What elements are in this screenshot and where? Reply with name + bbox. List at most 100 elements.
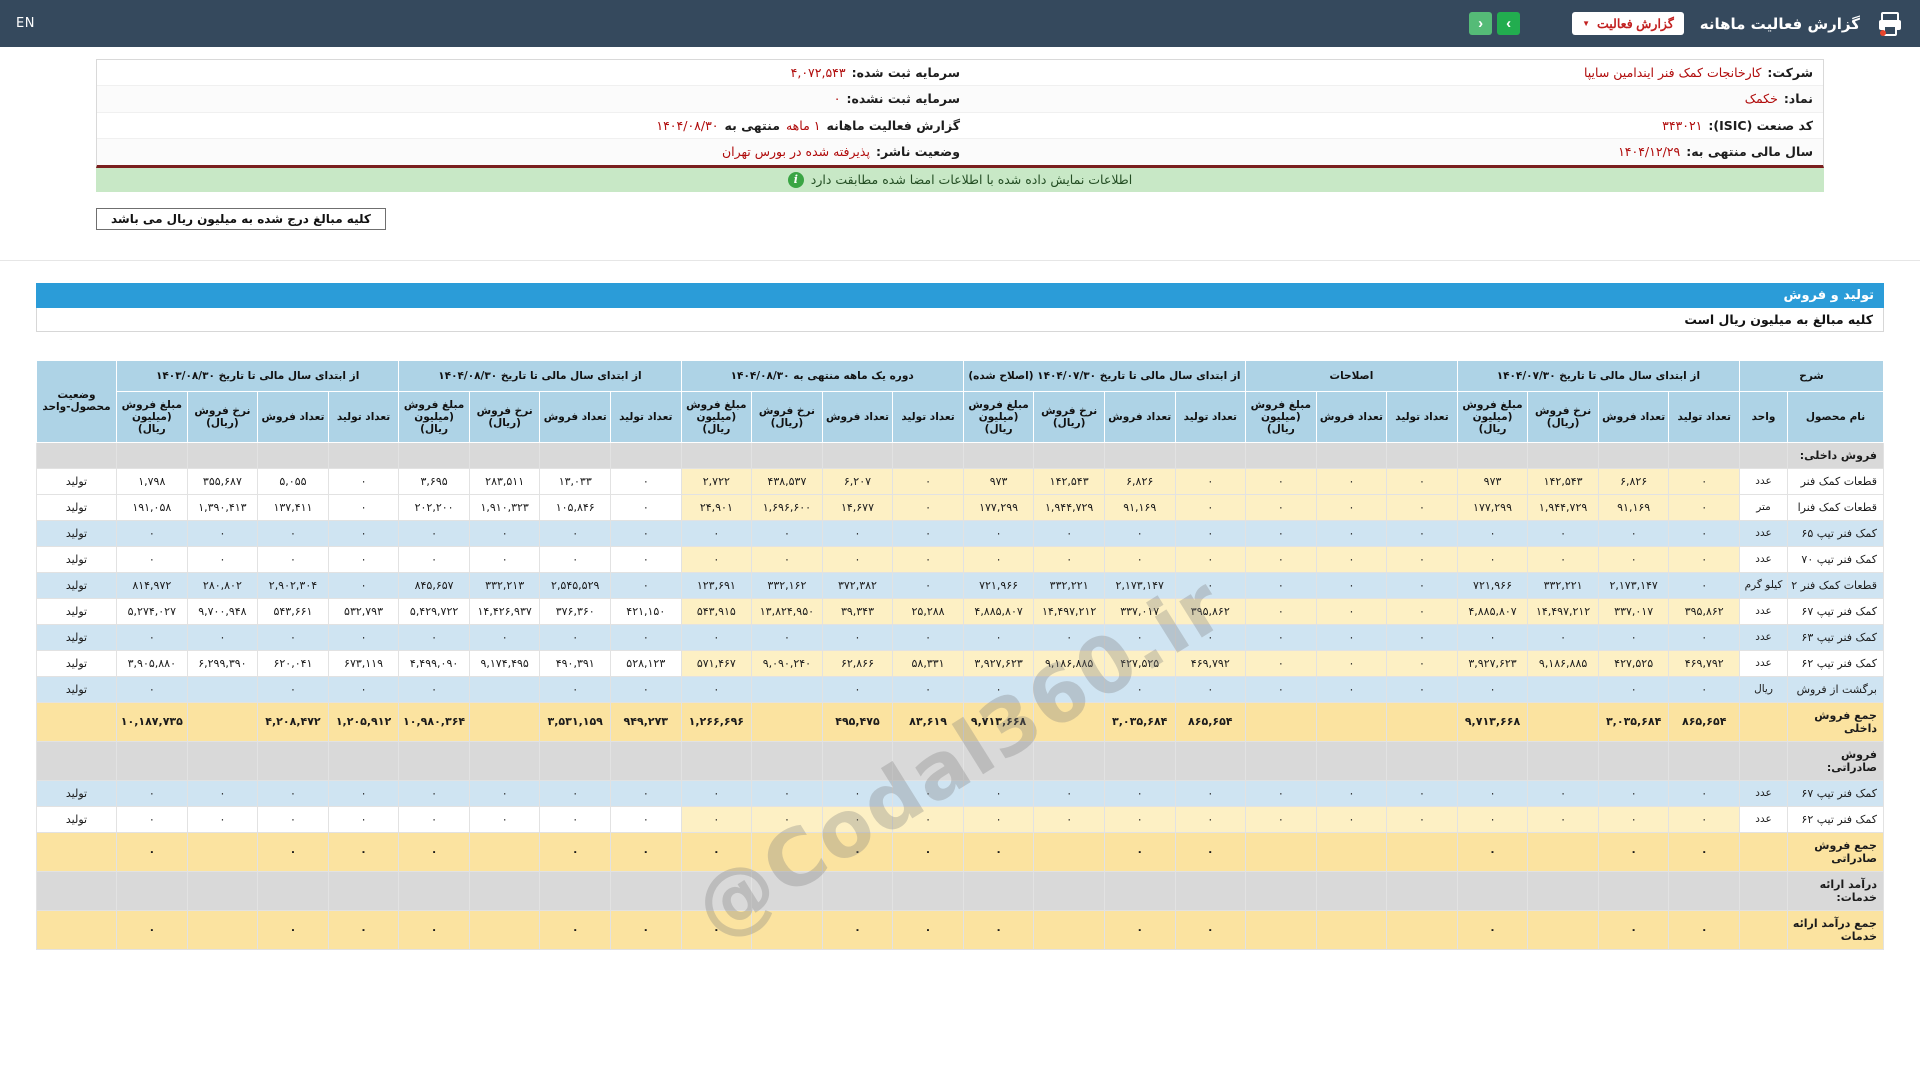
value-cell: ۰ [1386, 519, 1458, 547]
value-cell: ۱۰,۹۸۰,۳۶۴ [398, 701, 470, 742]
value-cell: ۰ [962, 675, 1035, 703]
value-cell: ۰ [1668, 519, 1740, 547]
value-cell: ۰ [1174, 831, 1247, 872]
value-cell: ۱۴,۴۲۶,۹۳۷ [468, 597, 541, 625]
value-cell: ۶,۸۲۶ [1597, 467, 1670, 495]
value-cell: ۰ [1245, 805, 1317, 833]
value-cell: ۰ [257, 545, 329, 573]
info-value: ۱۴۰۴/۰۸/۳۰ [656, 117, 719, 133]
value-cell: ۰ [398, 545, 470, 573]
value-cell: ۰ [821, 519, 894, 547]
value-cell: ۰ [1103, 909, 1176, 950]
report-type-dropdown[interactable]: گزارش فعالیت ▼ [1572, 12, 1684, 35]
empty-cell [1386, 740, 1458, 781]
value-cell [751, 831, 823, 872]
column-header: نرخ فروش (ریال) [468, 390, 541, 443]
value-cell: ۱۲۳,۶۹۱ [680, 571, 753, 599]
value-cell: ۰ [1174, 493, 1247, 521]
value-cell: ۰ [1456, 909, 1529, 950]
value-cell: ۱,۶۹۶,۶۰۰ [751, 493, 823, 521]
empty-cell [1597, 740, 1670, 781]
value-cell: ۰ [539, 909, 611, 950]
value-cell: ۴۲۷,۵۲۵ [1597, 649, 1670, 677]
empty-cell [468, 870, 541, 911]
value-cell: ۴۹۵,۴۷۵ [821, 701, 894, 742]
value-cell: ۰ [1597, 545, 1670, 573]
value-cell [1527, 701, 1599, 742]
product-name: کمک فنر تیپ ۶۲ [1787, 805, 1884, 833]
value-cell: ۰ [257, 909, 329, 950]
value-cell: ۰ [1668, 675, 1740, 703]
value-cell: ۴۲۷,۵۲۵ [1103, 649, 1176, 677]
value-cell: ۱,۳۹۰,۴۱۳ [186, 493, 259, 521]
column-header: تعداد تولید [327, 390, 400, 443]
status-cell: تولید [36, 545, 117, 573]
value-cell: ۰ [821, 831, 894, 872]
product-name: کمک فنر تیپ ۷۰ [1787, 545, 1884, 573]
value-cell [1245, 909, 1317, 950]
column-header: تعداد فروش [1315, 390, 1388, 443]
value-cell: ۰ [1315, 675, 1388, 703]
value-cell: ۰ [892, 779, 964, 807]
column-header: تعداد فروش [1103, 390, 1176, 443]
value-cell: ۱۷۷,۲۹۹ [962, 493, 1035, 521]
value-cell: ۰ [1174, 779, 1247, 807]
empty-cell [1668, 740, 1740, 781]
value-cell: ۹,۱۸۶,۸۸۵ [1033, 649, 1105, 677]
value-cell: ۰ [186, 779, 259, 807]
empty-cell [892, 441, 964, 469]
value-cell [1033, 831, 1105, 872]
empty-cell [962, 740, 1035, 781]
value-cell: ۰ [1315, 597, 1388, 625]
value-cell: ۶,۸۲۶ [1103, 467, 1176, 495]
value-cell: ۰ [257, 519, 329, 547]
unit-cell: عدد [1739, 597, 1788, 625]
value-cell: ۰ [1315, 805, 1388, 833]
value-cell: ۰ [892, 831, 964, 872]
value-cell: ۱۴,۴۹۷,۲۱۲ [1033, 597, 1105, 625]
status-cell [36, 701, 117, 742]
info-value: ۱ ماهه [785, 117, 821, 133]
empty-cell [962, 441, 1035, 469]
value-cell: ۰ [1033, 779, 1105, 807]
value-cell: ۰ [1174, 467, 1247, 495]
section-row: درآمد ارائه خدمات: [36, 870, 1884, 911]
prev-report-button[interactable]: ‹ [1469, 12, 1493, 35]
value-cell: ۱۷۷,۲۹۹ [1456, 493, 1529, 521]
value-cell: ۰ [398, 675, 470, 703]
value-cell: ۰ [116, 675, 188, 703]
value-cell [1527, 675, 1599, 703]
value-cell: ۰ [1456, 779, 1529, 807]
language-switch[interactable]: EN [16, 16, 35, 31]
value-cell: ۰ [1668, 623, 1740, 651]
info-value: کارخانجات کمک فنر ایندامین سایپا [1583, 65, 1762, 80]
value-cell: ۲۸۰,۸۰۲ [186, 571, 259, 599]
value-cell: ۰ [186, 545, 259, 573]
empty-cell [398, 740, 470, 781]
value-cell: ۵,۲۷۴,۰۲۷ [116, 597, 188, 625]
empty-cell [821, 870, 894, 911]
value-cell: ۰ [327, 909, 400, 950]
value-cell [751, 701, 823, 742]
value-cell: ۰ [1174, 623, 1247, 651]
value-cell: ۰ [398, 909, 470, 950]
total-row: جمع فروش داخلی ۸۶۵,۶۵۴ ۳,۰۳۵,۶۸۴ ۹,۷۱۳,۶۶۸ ۸… [36, 701, 1884, 742]
status-cell: تولید [36, 649, 117, 677]
empty-cell [327, 441, 400, 469]
value-cell: ۰ [1103, 831, 1176, 872]
product-name: قطعات کمک فنر ۲ [1787, 571, 1884, 599]
value-cell: ۱,۹۴۴,۷۲۹ [1527, 493, 1599, 521]
value-cell: ۰ [1386, 623, 1458, 651]
value-cell: ۲۵,۲۸۸ [892, 597, 964, 625]
value-cell: ۰ [610, 519, 682, 547]
value-cell: ۰ [1668, 571, 1740, 599]
value-cell: ۰ [468, 623, 541, 651]
value-cell: ۰ [892, 675, 964, 703]
value-cell: ۳,۹۰۵,۸۸۰ [116, 649, 188, 677]
empty-cell [36, 870, 117, 911]
unit-cell: ریال [1739, 675, 1788, 703]
report-icon[interactable] [1876, 10, 1904, 38]
value-cell: ۰ [116, 779, 188, 807]
next-report-button[interactable]: › [1497, 12, 1521, 35]
value-cell: ۰ [821, 675, 894, 703]
